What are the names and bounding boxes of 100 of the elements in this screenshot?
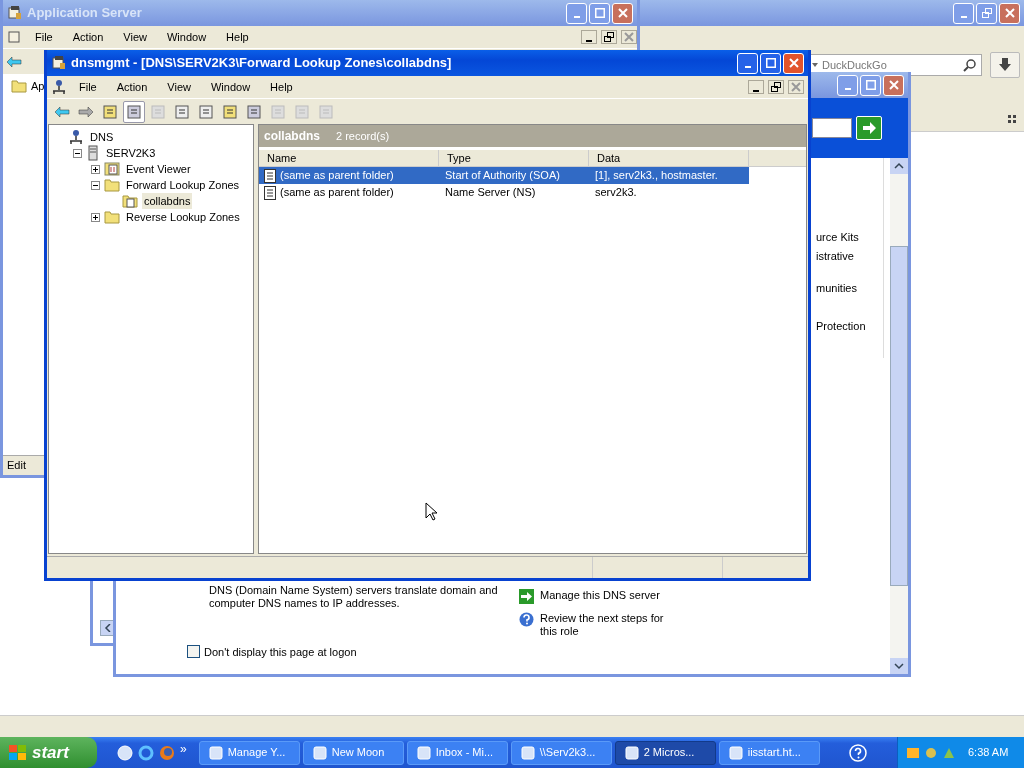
task-button[interactable]: \\Serv2k3...: [510, 740, 612, 765]
search-field[interactable]: [812, 118, 852, 138]
maximize-button[interactable]: [860, 74, 881, 96]
grip-icon: [1008, 115, 1016, 123]
task-button[interactable]: Inbox - Mi...: [406, 740, 508, 765]
scroll-thumb[interactable]: [890, 246, 908, 586]
window-title: Application Server: [27, 4, 142, 23]
network-icon: [51, 55, 67, 71]
tree-item[interactable]: Event Viewer: [124, 160, 193, 178]
expand-icon[interactable]: [91, 212, 100, 222]
minimize-icon: [960, 15, 967, 18]
app-icon: [623, 744, 640, 761]
chevron-button[interactable]: »: [180, 739, 187, 758]
download-icon: [998, 58, 1012, 72]
maximize-button[interactable]: [589, 2, 610, 24]
task-button[interactable]: 2 Micros...: [614, 740, 716, 765]
table-row[interactable]: (same as parent folder) Name Server (NS) serv2k3.: [259, 184, 749, 201]
arrow-right-icon: [862, 122, 876, 134]
back-icon: [54, 105, 70, 118]
clock: 6:38 AM: [967, 745, 1009, 761]
properties-icon: [174, 103, 190, 120]
help-icon: [222, 103, 238, 120]
task-button[interactable]: Manage Y...: [198, 740, 300, 765]
windows-flag-icon: [8, 743, 28, 762]
dropdown-icon: [812, 63, 818, 67]
record-count: 2 record(s): [336, 128, 390, 144]
tray-icon[interactable]: [906, 745, 920, 760]
app-icon: [207, 744, 224, 761]
minimize-icon: [753, 89, 759, 92]
expand-icon[interactable]: [91, 164, 100, 174]
tree-item[interactable]: DNS: [88, 128, 116, 146]
show-tree-icon: [126, 103, 142, 120]
maximize-icon: [594, 8, 605, 18]
event-log-icon: [104, 161, 120, 177]
menu-item[interactable]: Help: [218, 28, 257, 46]
close-icon: [791, 82, 801, 92]
restore-icon: [771, 82, 781, 92]
maximize-button[interactable]: [760, 52, 781, 74]
collapse-icon[interactable]: [91, 180, 100, 190]
menu-item[interactable]: View: [159, 78, 199, 96]
close-icon: [1004, 8, 1015, 18]
table-row[interactable]: (same as parent folder) Start of Authority (SOA) [1], serv2k3., hostmaster.: [259, 167, 749, 184]
cursor-icon: [425, 502, 437, 521]
firefox-icon[interactable]: [159, 744, 175, 761]
task-button[interactable]: iisstart.ht...: [718, 740, 820, 765]
minimize-button[interactable]: [748, 80, 764, 94]
table-cell-text: Name Server (NS): [444, 185, 537, 201]
link-text[interactable]: istrative: [816, 248, 883, 280]
network-icon: [68, 129, 84, 145]
menu-item[interactable]: Action: [64, 28, 112, 46]
tree-item[interactable]: collabdns: [142, 192, 193, 210]
window-title: dnsmgmt - [DNS\SERV2K3\Forward Lookup Zones\collabdns]: [71, 54, 452, 73]
server-record-icon: [270, 103, 286, 120]
show-tree-button[interactable]: [123, 100, 145, 123]
collapse-icon[interactable]: [73, 148, 82, 158]
restore-button[interactable]: [601, 30, 617, 44]
tree-item[interactable]: Forward Lookup Zones: [124, 176, 242, 194]
column-header[interactable]: Data: [589, 150, 749, 166]
link-text[interactable]: urce Kits: [816, 229, 883, 248]
task-button[interactable]: New Moon: [302, 740, 404, 765]
app-icon: [519, 744, 536, 761]
column-header[interactable]: Name: [259, 150, 439, 166]
minimize-icon: [586, 39, 592, 42]
menu-item[interactable]: Window: [202, 78, 259, 96]
restore-icon: [981, 8, 992, 18]
menu-item[interactable]: File: [71, 78, 105, 96]
console-pane-icon: [246, 103, 262, 120]
up-folder-icon: [102, 103, 118, 120]
export-icon: [198, 103, 214, 120]
link-text[interactable]: munities: [816, 280, 883, 318]
menu-item[interactable]: Action: [108, 78, 156, 96]
minimize-button[interactable]: [581, 30, 597, 44]
action-link[interactable]: Review the next steps for this role: [540, 612, 670, 638]
tray-icon[interactable]: [924, 745, 938, 760]
table-cell-text: Start of Authority (SOA): [444, 168, 561, 184]
go-button[interactable]: [856, 116, 882, 140]
notes-icon: [294, 103, 310, 120]
menu-item[interactable]: Help: [262, 78, 301, 96]
folder-icon: [104, 177, 120, 193]
menu-item[interactable]: View: [115, 28, 155, 46]
arrow-right-icon: [519, 589, 534, 604]
table-cell-text: serv2k3.: [594, 185, 638, 201]
download-button[interactable]: [990, 52, 1020, 78]
browser-icon[interactable]: [138, 744, 154, 761]
link-text[interactable]: Protection: [816, 318, 883, 335]
close-icon: [888, 80, 899, 90]
table-cell-text: (same as parent folder): [280, 185, 394, 201]
tree-item[interactable]: Ap: [31, 78, 45, 95]
restore-button[interactable]: [768, 80, 784, 94]
help-icon[interactable]: [849, 743, 868, 762]
column-header[interactable]: Type: [439, 150, 589, 166]
app-icon: [311, 744, 328, 761]
menu-item[interactable]: Window: [158, 28, 215, 46]
menu-item[interactable]: File: [27, 28, 61, 46]
app-icon[interactable]: [117, 744, 133, 761]
record-icon: [264, 185, 276, 200]
tree-item[interactable]: Reverse Lookup Zones: [124, 208, 242, 226]
action-link[interactable]: Manage this DNS server: [540, 589, 670, 602]
tree-item[interactable]: SERV2K3: [104, 144, 158, 162]
dont-display-checkbox[interactable]: Don't display this page at logon: [187, 643, 499, 660]
